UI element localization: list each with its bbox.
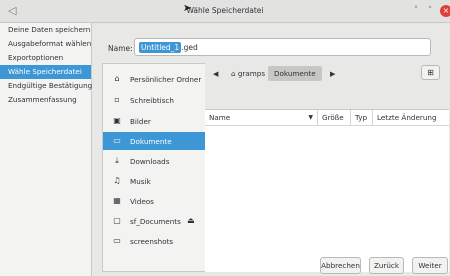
place-downloads[interactable]: ⤓ Downloads [103,152,206,170]
title-bar: ◁ Wähle Speicherdatei ➤ ˅ ˄ × [0,0,450,23]
new-folder-button[interactable]: ⊞ [421,65,440,80]
place-label: Videos [130,197,154,206]
place-documents[interactable]: ▭ Dokumente [103,132,206,150]
desktop-icon: ▫ [114,95,120,104]
step-summary: Zusammenfassung [8,95,77,104]
place-label: sf_Documents [130,217,181,226]
maximize-button[interactable]: ˄ [424,5,436,17]
step-output-format: Ausgabeformat wählen [8,39,92,48]
minimize-button[interactable]: ˅ [410,5,422,17]
path-back-arrow-icon[interactable]: ◀ [213,70,218,78]
place-desktop[interactable]: ▫ Schreibtisch [103,91,206,109]
step-confirmation: Endgültige Bestätigung [8,81,93,90]
close-button[interactable]: × [440,5,450,17]
place-label: Bilder [130,117,151,126]
home-icon: ⌂ [114,74,120,83]
place-label: Schreibtisch [130,96,174,105]
place-pictures[interactable]: ▣ Bilder [103,112,206,130]
place-label: Dokumente [130,137,172,146]
file-chooser-panel: Name: Untitled_1 .ged ⌂ Persönlicher Ordn… [92,23,450,276]
file-list[interactable]: Name ▼ Größe Typ Letzte Änderung [205,109,449,272]
place-label: screenshots [130,237,174,246]
download-icon: ⤓ [115,156,119,165]
music-icon: ♫ [113,176,121,185]
folder-icon: ▭ [113,236,121,245]
place-videos[interactable]: ▦ Videos [103,192,206,210]
path-bar: ◀ ⌂ gramps Dokumente ▶ ⊞ [205,63,449,109]
pictures-icon: ▣ [113,116,121,125]
file-pane: ◀ ⌂ gramps Dokumente ▶ ⊞ Name ▼ Größe Typ… [205,63,449,272]
eject-icon[interactable]: ⏏ [187,216,195,225]
mouse-cursor-icon: ➤ [183,3,192,14]
documents-icon: ▭ [113,136,121,145]
filename-selection: Untitled_1 [139,42,182,53]
step-save-data: Deine Daten speichern [8,25,91,34]
new-folder-icon: ⊞ [427,68,434,77]
place-screenshots[interactable]: ▭ screenshots [103,232,206,250]
sort-down-icon: ▼ [308,114,313,121]
place-home[interactable]: ⌂ Persönlicher Ordner [103,70,206,88]
filename-label: Name: [108,44,133,53]
places-sidebar: ⌂ Persönlicher Ordner ▫ Schreibtisch ▣ B… [102,63,206,272]
back-button[interactable]: Zurück [369,257,404,274]
home-icon: ⌂ [231,69,236,78]
path-forward-arrow-icon[interactable]: ▶ [330,70,335,78]
place-label: Downloads [130,157,170,166]
place-sf-documents[interactable]: ▢ sf_Documents ⏏ [103,212,206,230]
column-size[interactable]: Größe [318,110,351,126]
crumb-home-label: gramps [237,69,266,78]
videos-icon: ▦ [113,196,121,205]
filename-extension: .ged [181,43,198,52]
step-choose-file: Wähle Speicherdatei [0,65,91,79]
filename-input[interactable]: Untitled_1 .ged [134,38,431,56]
column-name[interactable]: Name ▼ [205,110,318,126]
crumb-documents[interactable]: Dokumente [268,66,322,81]
next-button[interactable]: Weiter [412,257,448,274]
column-name-label: Name [209,113,231,122]
crumb-home[interactable]: ⌂ gramps [227,66,269,81]
step-export-options: Exportoptionen [8,53,64,62]
column-modified[interactable]: Letzte Änderung [373,110,449,126]
place-label: Musik [130,177,151,186]
drive-icon: ▢ [113,216,121,225]
cancel-button[interactable]: Abbrechen [320,257,361,274]
place-label: Persönlicher Ordner [130,75,202,84]
column-header-row: Name ▼ Größe Typ Letzte Änderung [205,110,449,126]
window-title: Wähle Speicherdatei [186,6,264,15]
place-music[interactable]: ♫ Musik [103,172,206,190]
column-type[interactable]: Typ [351,110,373,126]
assistant-steps-sidebar: Deine Daten speichern Ausgabeformat wähl… [0,23,92,276]
